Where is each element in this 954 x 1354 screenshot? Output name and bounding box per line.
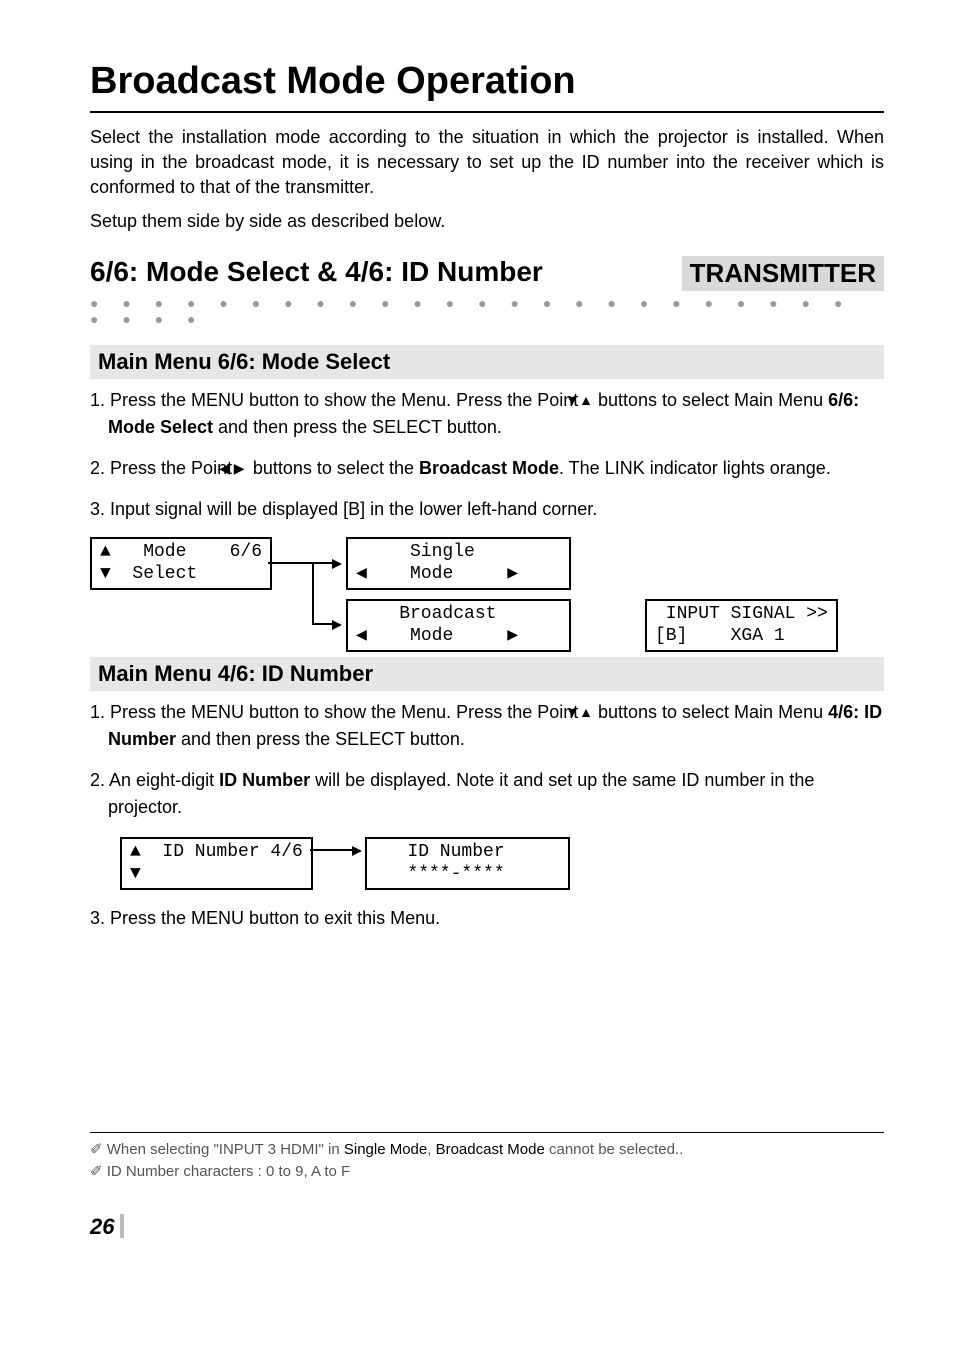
step-text: 2. Press the Point [90,458,237,478]
mode-select-step-3: 3. Input signal will be displayed [B] in… [90,496,884,523]
lcd-single-mode: Single ◀ Mode ▶ [346,537,571,590]
page-number-bar [120,1214,124,1238]
step-text: 1. Press the MENU button to show the Men… [90,702,583,722]
footnote-bold: Single Mode [344,1141,427,1158]
lcd-id-number-menu: ▲ ID Number 4/6 ▼ [120,837,313,890]
transmitter-badge: TRANSMITTER [682,256,884,291]
step-text: . The LINK indicator lights orange. [559,458,831,478]
connector-line [268,562,312,564]
title-divider [90,111,884,113]
down-up-icon: ▼▲ [583,390,593,411]
step-text: buttons to select Main Menu [593,390,828,410]
subheading-id-number: Main Menu 4/6: ID Number [90,657,884,691]
left-right-icon: ◀ ▶ [237,458,248,479]
intro-paragraph-1: Select the installation mode according t… [90,125,884,201]
step-text: buttons to select the [248,458,419,478]
step-bold: Broadcast Mode [419,458,559,478]
decorative-dots: ● ● ● ● ● ● ● ● ● ● ● ● ● ● ● ● ● ● ● ● … [90,295,884,327]
footnote-1: ✐ When selecting "INPUT 3 HDMI" in Singl… [90,1139,884,1162]
step-text: and then press the SELECT button. [176,729,465,749]
intro-paragraph-2: Setup them side by side as described bel… [90,209,884,234]
id-number-step-2: 2. An eight-digit ID Number will be disp… [90,767,884,821]
mode-select-step-2: 2. Press the Point ◀ ▶ buttons to select… [90,455,884,482]
step-bold: ID Number [219,770,310,790]
mode-select-diagram: ▲ Mode 6/6 ▼ Select Single ◀ Mode ▶ Broa… [90,537,850,657]
page-number-value: 26 [90,1214,114,1239]
page-number: 26 [90,1214,884,1240]
section-heading: 6/6: Mode Select & 4/6: ID Number [90,256,543,288]
step-text: 2. An eight-digit [90,770,219,790]
down-up-icon: ▼▲ [583,702,593,723]
arrow-icon [312,623,334,625]
connector-line [312,562,314,624]
id-number-step-1: 1. Press the MENU button to show the Men… [90,699,884,753]
step-text: buttons to select Main Menu [593,702,828,722]
footer-divider [90,1132,884,1133]
id-number-diagram: ▲ ID Number 4/6 ▼ ID Number ****-**** [120,837,670,887]
lcd-id-number-value: ID Number ****-**** [365,837,570,890]
lcd-broadcast-mode: Broadcast ◀ Mode ▶ [346,599,571,652]
mode-select-step-1: 1. Press the MENU button to show the Men… [90,387,884,441]
footnote-text: cannot be selected.. [545,1141,683,1158]
arrow-icon [310,849,354,851]
lcd-mode-select-menu: ▲ Mode 6/6 ▼ Select [90,537,272,590]
id-number-step-3: 3. Press the MENU button to exit this Me… [90,905,884,932]
subheading-mode-select: Main Menu 6/6: Mode Select [90,345,884,379]
footnote-text: , [427,1141,435,1158]
footnote-text: ✐ When selecting "INPUT 3 HDMI" in [90,1141,344,1158]
footnote-2: ✐ ID Number characters : 0 to 9, A to F [90,1161,884,1184]
step-text: 1. Press the MENU button to show the Men… [90,390,583,410]
footnote-bold: Broadcast Mode [436,1141,545,1158]
step-text: and then press the SELECT button. [213,417,502,437]
page-title: Broadcast Mode Operation [90,60,884,103]
arrow-icon [312,562,334,564]
lcd-input-signal: INPUT SIGNAL >> [B] XGA 1 [645,599,838,652]
